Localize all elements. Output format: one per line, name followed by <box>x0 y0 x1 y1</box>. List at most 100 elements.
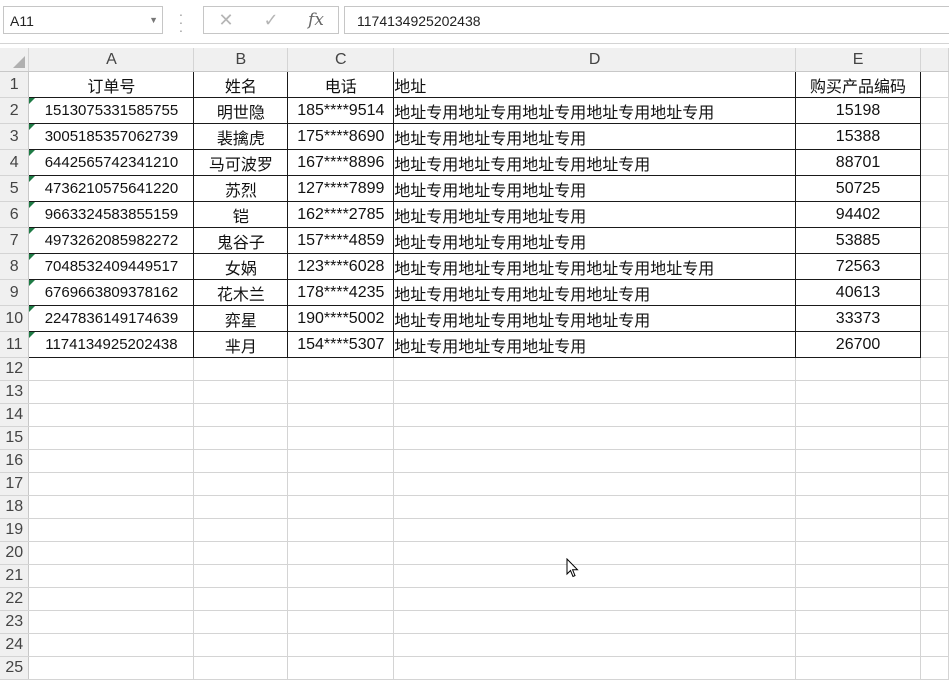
header-cell-address[interactable]: 地址 <box>393 71 797 98</box>
header-cell-phone[interactable]: 电话 <box>287 71 395 98</box>
empty-cell[interactable] <box>393 357 797 381</box>
empty-cell[interactable] <box>795 472 922 496</box>
row-number[interactable]: 19 <box>0 518 30 542</box>
column-header-c[interactable]: C <box>287 48 395 72</box>
column-header-d[interactable]: D <box>393 48 797 72</box>
empty-cell[interactable] <box>920 380 949 404</box>
empty-cell[interactable] <box>920 564 949 588</box>
row-number[interactable]: 21 <box>0 564 30 588</box>
empty-cell[interactable] <box>393 587 797 611</box>
order-number-cell[interactable]: 9663324583855159 <box>28 201 195 228</box>
empty-cell[interactable] <box>28 380 195 404</box>
product-code-cell[interactable]: 40613 <box>795 279 922 306</box>
empty-cell[interactable] <box>920 175 949 202</box>
empty-cell[interactable] <box>287 472 395 496</box>
empty-cell[interactable] <box>920 472 949 496</box>
product-code-cell[interactable]: 50725 <box>795 175 922 202</box>
address-cell[interactable]: 地址专用地址专用地址专用地址专用 <box>393 279 797 306</box>
empty-cell[interactable] <box>287 633 395 657</box>
phone-cell[interactable]: 190****5002 <box>287 305 395 332</box>
empty-cell[interactable] <box>920 97 949 124</box>
empty-cell[interactable] <box>193 587 289 611</box>
empty-cell[interactable] <box>393 380 797 404</box>
empty-cell[interactable] <box>795 633 922 657</box>
empty-cell[interactable] <box>795 518 922 542</box>
phone-cell[interactable]: 162****2785 <box>287 201 395 228</box>
empty-cell[interactable] <box>287 403 395 427</box>
empty-cell[interactable] <box>287 587 395 611</box>
empty-cell[interactable] <box>193 610 289 634</box>
empty-cell[interactable] <box>287 495 395 519</box>
product-code-cell[interactable]: 53885 <box>795 227 922 254</box>
column-header-b[interactable]: B <box>193 48 289 72</box>
address-cell[interactable]: 地址专用地址专用地址专用地址专用地址专用 <box>393 97 797 124</box>
row-number[interactable]: 1 <box>0 71 30 98</box>
name-cell[interactable]: 铠 <box>193 201 289 228</box>
order-number-cell[interactable]: 7048532409449517 <box>28 253 195 280</box>
empty-cell[interactable] <box>795 403 922 427</box>
column-header-f[interactable] <box>920 48 949 72</box>
empty-cell[interactable] <box>28 403 195 427</box>
header-cell-code[interactable]: 购买产品编码 <box>795 71 922 98</box>
empty-cell[interactable] <box>193 403 289 427</box>
row-number[interactable]: 7 <box>0 227 30 254</box>
empty-cell[interactable] <box>28 564 195 588</box>
empty-cell[interactable] <box>795 357 922 381</box>
empty-cell[interactable] <box>920 253 949 280</box>
row-number[interactable]: 17 <box>0 472 30 496</box>
empty-cell[interactable] <box>920 279 949 306</box>
empty-cell[interactable] <box>795 564 922 588</box>
empty-cell[interactable] <box>920 227 949 254</box>
name-cell[interactable]: 芈月 <box>193 331 289 358</box>
empty-cell[interactable] <box>920 149 949 176</box>
empty-cell[interactable] <box>795 656 922 680</box>
row-number[interactable]: 2 <box>0 97 30 124</box>
row-number[interactable]: 18 <box>0 495 30 519</box>
empty-cell[interactable] <box>28 449 195 473</box>
empty-cell[interactable] <box>920 495 949 519</box>
empty-cell[interactable] <box>287 426 395 450</box>
order-number-cell[interactable]: 3005185357062739 <box>28 123 195 150</box>
product-code-cell[interactable]: 88701 <box>795 149 922 176</box>
chevron-down-icon[interactable]: ▼ <box>149 15 158 25</box>
phone-cell[interactable]: 123****6028 <box>287 253 395 280</box>
name-cell[interactable]: 花木兰 <box>193 279 289 306</box>
phone-cell[interactable]: 185****9514 <box>287 97 395 124</box>
order-number-cell[interactable]: 1513075331585755 <box>28 97 195 124</box>
empty-cell[interactable] <box>287 449 395 473</box>
row-number[interactable]: 9 <box>0 279 30 306</box>
row-number[interactable]: 4 <box>0 149 30 176</box>
empty-cell[interactable] <box>920 449 949 473</box>
phone-cell[interactable]: 127****7899 <box>287 175 395 202</box>
empty-cell[interactable] <box>795 426 922 450</box>
row-number[interactable]: 6 <box>0 201 30 228</box>
row-number[interactable]: 14 <box>0 403 30 427</box>
enter-icon[interactable]: ✓ <box>259 10 283 30</box>
address-cell[interactable]: 地址专用地址专用地址专用 <box>393 175 797 202</box>
empty-cell[interactable] <box>920 610 949 634</box>
order-number-cell[interactable]: 6442565742341210 <box>28 149 195 176</box>
row-number[interactable]: 24 <box>0 633 30 657</box>
order-number-cell[interactable]: 4973262085982272 <box>28 227 195 254</box>
empty-cell[interactable] <box>28 633 195 657</box>
row-number[interactable]: 25 <box>0 656 30 680</box>
empty-cell[interactable] <box>287 610 395 634</box>
empty-cell[interactable] <box>920 426 949 450</box>
name-cell[interactable]: 女娲 <box>193 253 289 280</box>
insert-function-icon[interactable]: fx <box>304 10 328 30</box>
empty-cell[interactable] <box>193 656 289 680</box>
select-all-icon[interactable] <box>13 56 26 68</box>
empty-cell[interactable] <box>393 495 797 519</box>
row-number[interactable]: 11 <box>0 331 30 358</box>
empty-cell[interactable] <box>393 403 797 427</box>
name-cell[interactable]: 苏烈 <box>193 175 289 202</box>
select-all-corner[interactable] <box>0 48 30 72</box>
phone-cell[interactable]: 157****4859 <box>287 227 395 254</box>
empty-cell[interactable] <box>920 357 949 381</box>
empty-cell[interactable] <box>920 123 949 150</box>
address-cell[interactable]: 地址专用地址专用地址专用 <box>393 201 797 228</box>
order-number-cell[interactable]: 2247836149174639 <box>28 305 195 332</box>
empty-cell[interactable] <box>393 633 797 657</box>
phone-cell[interactable]: 154****5307 <box>287 331 395 358</box>
empty-cell[interactable] <box>193 426 289 450</box>
